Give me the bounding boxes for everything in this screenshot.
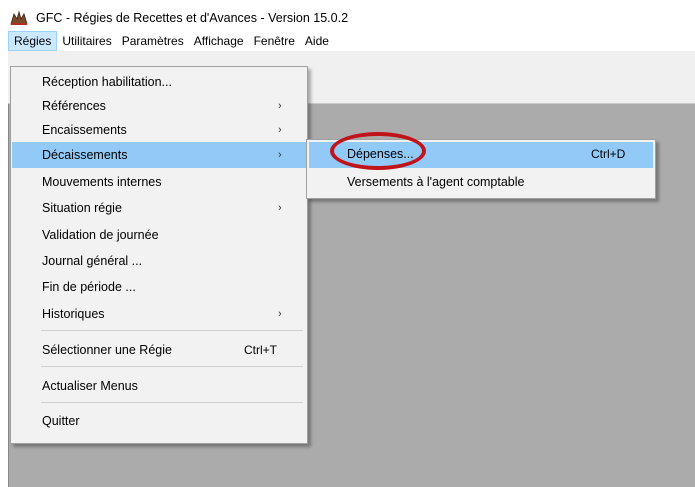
menu-affichage[interactable]: Affichage (189, 31, 249, 51)
menu-item-quitter[interactable]: Quitter (12, 408, 306, 434)
menu-item-reception-habilitation[interactable]: Réception habilitation... (12, 69, 306, 95)
menu-item-situation-regie[interactable]: Situation régie › (12, 195, 306, 221)
submenu-item-label: Dépenses... (347, 147, 414, 161)
submenu-item-shortcut: Ctrl+D (591, 147, 626, 161)
menu-item-label: Historiques (42, 307, 105, 321)
app-logo-icon (10, 10, 28, 26)
menu-item-decaissements[interactable]: Décaissements › (12, 142, 306, 168)
menu-item-actualiser-menus[interactable]: Actualiser Menus (12, 373, 306, 399)
submenu-item-label: Versements à l'agent comptable (347, 175, 525, 189)
menu-item-label: Sélectionner une Régie (42, 343, 172, 357)
menu-item-historiques[interactable]: Historiques › (12, 301, 306, 327)
menu-item-selectionner-regie[interactable]: Sélectionner une Régie Ctrl+T (12, 337, 306, 363)
menu-item-label: Réception habilitation... (42, 75, 172, 89)
menu-item-fin-periode[interactable]: Fin de période ... (12, 274, 306, 300)
menu-fenetre[interactable]: Fenêtre (249, 31, 300, 51)
menu-item-label: Situation régie (42, 201, 122, 215)
menu-separator (41, 330, 303, 331)
menu-parametres[interactable]: Paramètres (117, 31, 189, 51)
menu-item-label: Validation de journée (42, 228, 159, 242)
title-bar: GFC - Régies de Recettes et d'Avances - … (8, 4, 695, 31)
menu-separator (41, 366, 303, 367)
menu-item-label: Actualiser Menus (42, 379, 138, 393)
menu-item-encaissements[interactable]: Encaissements › (12, 117, 306, 143)
regies-dropdown-menu: Réception habilitation... Références › E… (10, 66, 308, 444)
menu-item-label: Références (42, 99, 106, 113)
chevron-right-icon: › (278, 202, 282, 214)
menu-item-label: Décaissements (42, 148, 128, 162)
menu-item-references[interactable]: Références › (12, 93, 306, 119)
submenu-item-versements-agent-comptable[interactable]: Versements à l'agent comptable (309, 170, 653, 196)
chevron-right-icon: › (278, 100, 282, 112)
menu-item-label: Fin de période ... (42, 280, 136, 294)
window-title: GFC - Régies de Recettes et d'Avances - … (36, 10, 349, 25)
menu-separator (41, 402, 303, 403)
menu-item-label: Encaissements (42, 123, 127, 137)
menu-item-validation-journee[interactable]: Validation de journée (12, 222, 306, 248)
menu-item-mouvements-internes[interactable]: Mouvements internes (12, 169, 306, 195)
menu-item-label: Journal général ... (42, 254, 143, 268)
menu-item-label: Quitter (42, 414, 80, 428)
menu-item-label: Mouvements internes (42, 175, 162, 189)
menu-item-shortcut: Ctrl+T (244, 343, 277, 357)
menu-regies[interactable]: Régies (8, 31, 58, 51)
menu-utilitaires[interactable]: Utilitaires (57, 31, 116, 51)
chevron-right-icon: › (278, 308, 282, 320)
menu-aide[interactable]: Aide (300, 31, 334, 51)
menu-item-journal-general[interactable]: Journal général ... (12, 248, 306, 274)
decaissements-submenu: Dépenses... Ctrl+D Versements à l'agent … (306, 139, 656, 199)
chevron-right-icon: › (278, 124, 282, 136)
menu-bar: Régies Utilitaires Paramètres Affichage … (8, 31, 695, 51)
chevron-right-icon: › (278, 149, 282, 161)
submenu-item-depenses[interactable]: Dépenses... Ctrl+D (309, 142, 653, 168)
